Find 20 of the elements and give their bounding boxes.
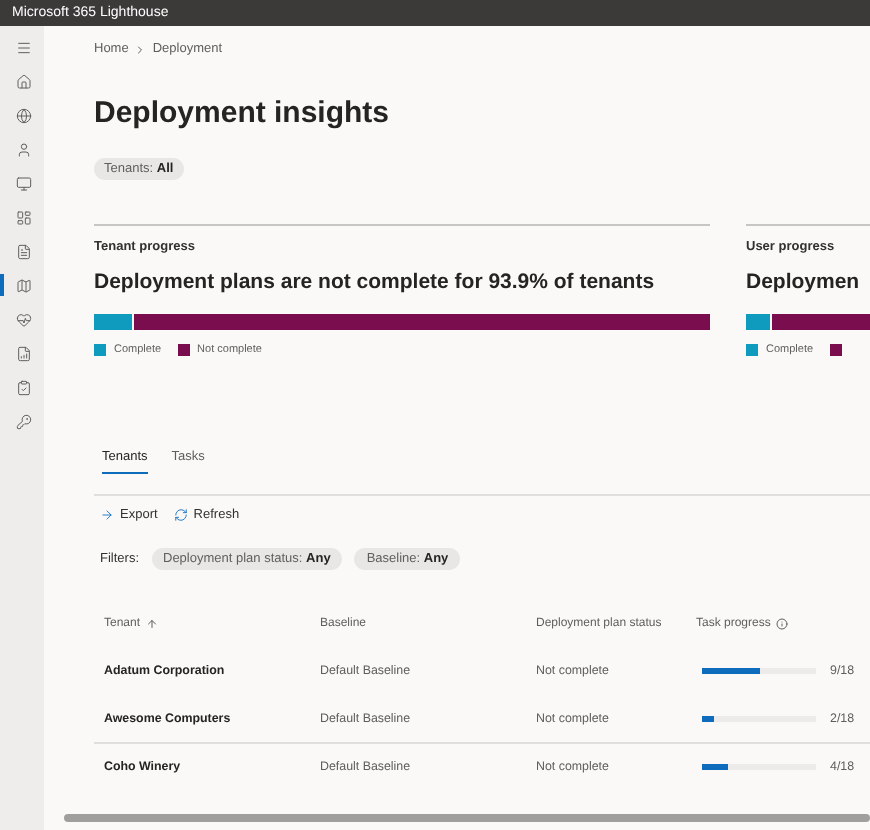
refresh-icon: [173, 508, 188, 522]
arrow-icon: [100, 508, 114, 522]
info-icon: [776, 617, 789, 629]
page-title: Deployment insights: [94, 96, 392, 130]
menu-icon: [16, 39, 32, 55]
dashboard-icon: [16, 209, 32, 225]
chevron-icon: [134, 43, 147, 55]
clipboard-icon: [16, 379, 32, 395]
report-icon: [16, 345, 32, 361]
map-icon: [16, 277, 32, 293]
heart-pulse-icon: [16, 311, 32, 327]
monitor-icon: [16, 175, 32, 191]
sort-arrow-icon: [146, 617, 159, 629]
document-icon: [16, 243, 32, 259]
person-icon: [16, 141, 32, 157]
card-heading: Deploymen: [746, 270, 862, 294]
card-heading: Deployment plans are not complete for 93.9% of tenants: [94, 270, 657, 294]
key-icon: [16, 413, 32, 429]
home-icon: [16, 73, 32, 89]
globe-icon: [16, 107, 32, 123]
